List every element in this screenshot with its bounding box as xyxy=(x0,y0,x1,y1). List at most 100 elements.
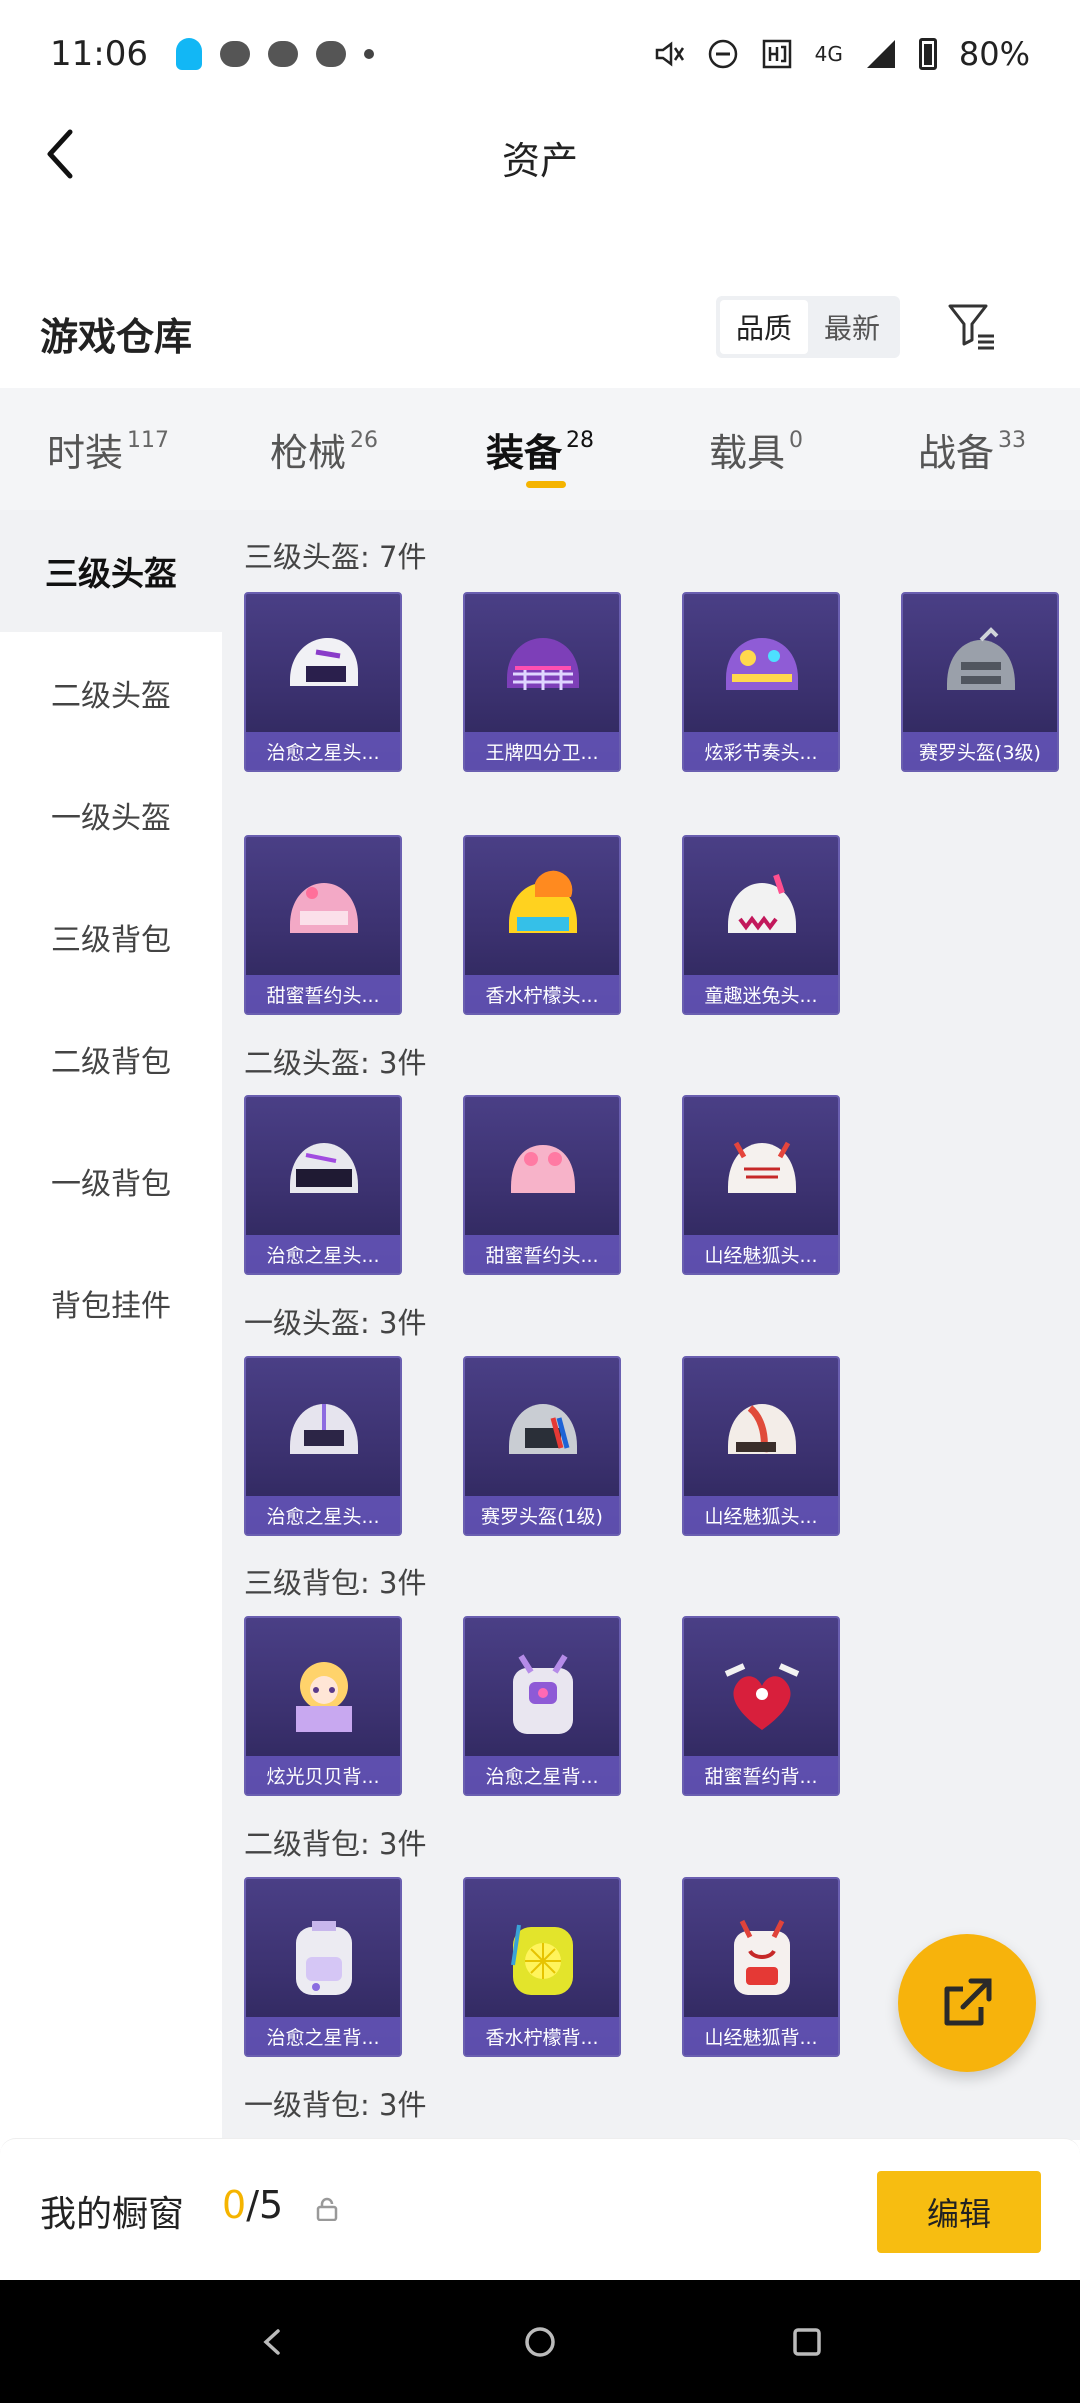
tab-count: 28 xyxy=(566,427,594,453)
filter-icon[interactable] xyxy=(944,298,1000,354)
item-card[interactable]: 治愈之星背... xyxy=(463,1616,621,1796)
tab-label: 时装 xyxy=(46,430,123,475)
tab-label: 载具 xyxy=(708,430,785,475)
nav-back-button[interactable] xyxy=(243,2312,303,2372)
section-title: 三级头盔: 7件 xyxy=(244,540,427,574)
tab-count: 0 xyxy=(789,427,803,453)
backpack-icon xyxy=(513,1654,573,1734)
item-card[interactable]: 王牌四分卫... xyxy=(463,592,621,772)
hd-icon xyxy=(762,39,791,69)
helmet-icon xyxy=(290,1143,358,1193)
battery-icon xyxy=(918,38,937,70)
tab-count: 117 xyxy=(127,427,169,453)
item-name: 治愈之星头... xyxy=(246,732,400,770)
tab-count: 26 xyxy=(350,427,378,453)
tab-equipment[interactable]: 装备 28 xyxy=(432,388,648,510)
item-name: 治愈之星背... xyxy=(246,2017,400,2055)
wechat-icon xyxy=(267,41,298,67)
backpack-icon xyxy=(734,1919,790,1995)
item-card[interactable]: 治愈之星头... xyxy=(244,1095,402,1275)
helmet-icon xyxy=(290,638,358,686)
item-card[interactable]: 甜蜜誓约头... xyxy=(463,1095,621,1275)
showcase-bar: 我的橱窗 0/5 编辑 xyxy=(0,2138,1080,2280)
item-card[interactable]: 赛罗头盔(3级) xyxy=(901,592,1059,772)
item-card[interactable]: 甜蜜誓约头... xyxy=(244,835,402,1015)
wechat-icon xyxy=(219,41,250,67)
section-title: 一级背包: 3件 xyxy=(244,2088,427,2122)
item-name: 山经魅狐头... xyxy=(684,1496,838,1534)
item-card[interactable]: 山经魅狐头... xyxy=(682,1095,840,1275)
tab-fashion[interactable]: 时装 117 xyxy=(0,388,216,510)
tab-guns[interactable]: 枪械 26 xyxy=(216,388,432,510)
item-name: 王牌四分卫... xyxy=(465,732,619,770)
helmet-icon xyxy=(728,874,796,933)
item-card[interactable]: 炫光贝贝背... xyxy=(244,1616,402,1796)
item-name: 童趣迷兔头... xyxy=(684,975,838,1013)
sidebar-item-level1-helmet[interactable]: 一级头盔 xyxy=(0,754,222,876)
sidebar-item-backpack-charm[interactable]: 背包挂件 xyxy=(0,1242,222,1364)
item-card[interactable]: 山经魅狐头... xyxy=(682,1356,840,1536)
edit-button[interactable]: 编辑 xyxy=(877,2171,1041,2253)
item-grid: 三级头盔: 7件 治愈之星头... 王牌四分卫... 炫彩节奏头... 赛罗头盔… xyxy=(222,510,1080,2140)
tab-count: 33 xyxy=(998,427,1026,453)
tab-label: 装备 xyxy=(485,430,562,475)
header: 资产 xyxy=(0,108,1080,196)
item-card[interactable]: 童趣迷兔头... xyxy=(682,835,840,1015)
warehouse-title: 游戏仓库 xyxy=(40,315,193,359)
item-card[interactable]: 治愈之星头... xyxy=(244,592,402,772)
item-card[interactable]: 香水柠檬头... xyxy=(463,835,621,1015)
wechat-icon xyxy=(315,41,346,67)
item-name: 炫光贝贝背... xyxy=(246,1756,400,1794)
item-card[interactable]: 山经魅狐背... xyxy=(682,1877,840,2057)
status-bar: 11:06 4G 80% xyxy=(0,0,1080,108)
sidebar: 三级头盔 二级头盔 一级头盔 三级背包 二级背包 一级背包 背包挂件 xyxy=(0,510,222,2140)
item-name: 甜蜜誓约头... xyxy=(246,975,400,1013)
sidebar-item-level2-backpack[interactable]: 二级背包 xyxy=(0,998,222,1120)
section-title: 三级背包: 3件 xyxy=(244,1566,427,1600)
showcase-total: /5 xyxy=(246,2183,284,2227)
nav-recents-button[interactable] xyxy=(777,2312,837,2372)
item-card[interactable]: 甜蜜誓约背... xyxy=(682,1616,840,1796)
sidebar-item-level3-helmet[interactable]: 三级头盔 xyxy=(0,510,222,632)
sidebar-item-level1-backpack[interactable]: 一级背包 xyxy=(0,1120,222,1242)
nav-home-button[interactable] xyxy=(510,2312,570,2372)
sidebar-item-level3-backpack[interactable]: 三级背包 xyxy=(0,876,222,998)
sort-newest-option[interactable]: 最新 xyxy=(808,300,896,354)
backpack-icon xyxy=(296,1921,352,1995)
item-name: 香水柠檬背... xyxy=(465,2017,619,2055)
notification-icons xyxy=(175,38,374,70)
item-card[interactable]: 赛罗头盔(1级) xyxy=(463,1356,621,1536)
tab-vehicles[interactable]: 载具 0 xyxy=(648,388,864,510)
showcase-current: 0 xyxy=(222,2183,247,2227)
item-card[interactable]: 香水柠檬背... xyxy=(463,1877,621,2057)
helmet-icon xyxy=(511,1145,575,1193)
dnd-icon xyxy=(708,39,737,69)
sidebar-item-level2-helmet[interactable]: 二级头盔 xyxy=(0,632,222,754)
sort-quality-option[interactable]: 品质 xyxy=(720,300,808,354)
status-right: 4G 80% xyxy=(653,35,1030,73)
item-name: 治愈之星头... xyxy=(246,1235,400,1273)
category-tabs: 时装 117 枪械 26 装备 28 载具 0 战备 33 xyxy=(0,388,1080,510)
helmet-icon xyxy=(726,638,798,690)
status-time: 11:06 xyxy=(50,34,148,74)
tab-label: 枪械 xyxy=(269,430,346,475)
helmet-icon xyxy=(509,1404,577,1454)
helmet-icon xyxy=(507,638,579,690)
item-card[interactable]: 治愈之星背... xyxy=(244,1877,402,2057)
share-button[interactable] xyxy=(898,1934,1036,2072)
lock-icon xyxy=(316,2197,338,2221)
item-name: 治愈之星背... xyxy=(465,1756,619,1794)
item-name: 治愈之星头... xyxy=(246,1496,400,1534)
item-name: 山经魅狐头... xyxy=(684,1235,838,1273)
item-card[interactable]: 治愈之星头... xyxy=(244,1356,402,1536)
network-label: 4G xyxy=(814,42,843,66)
sort-toggle: 品质 最新 xyxy=(716,296,900,358)
tab-battle-gear[interactable]: 战备 33 xyxy=(864,388,1080,510)
backpack-icon xyxy=(724,1663,800,1730)
item-card[interactable]: 炫彩节奏头... xyxy=(682,592,840,772)
section-title: 二级背包: 3件 xyxy=(244,1827,427,1861)
item-name: 甜蜜誓约头... xyxy=(465,1235,619,1273)
backpack-icon xyxy=(511,1924,573,1995)
showcase-count: 0/5 xyxy=(222,2183,283,2227)
item-name: 甜蜜誓约背... xyxy=(684,1756,838,1794)
